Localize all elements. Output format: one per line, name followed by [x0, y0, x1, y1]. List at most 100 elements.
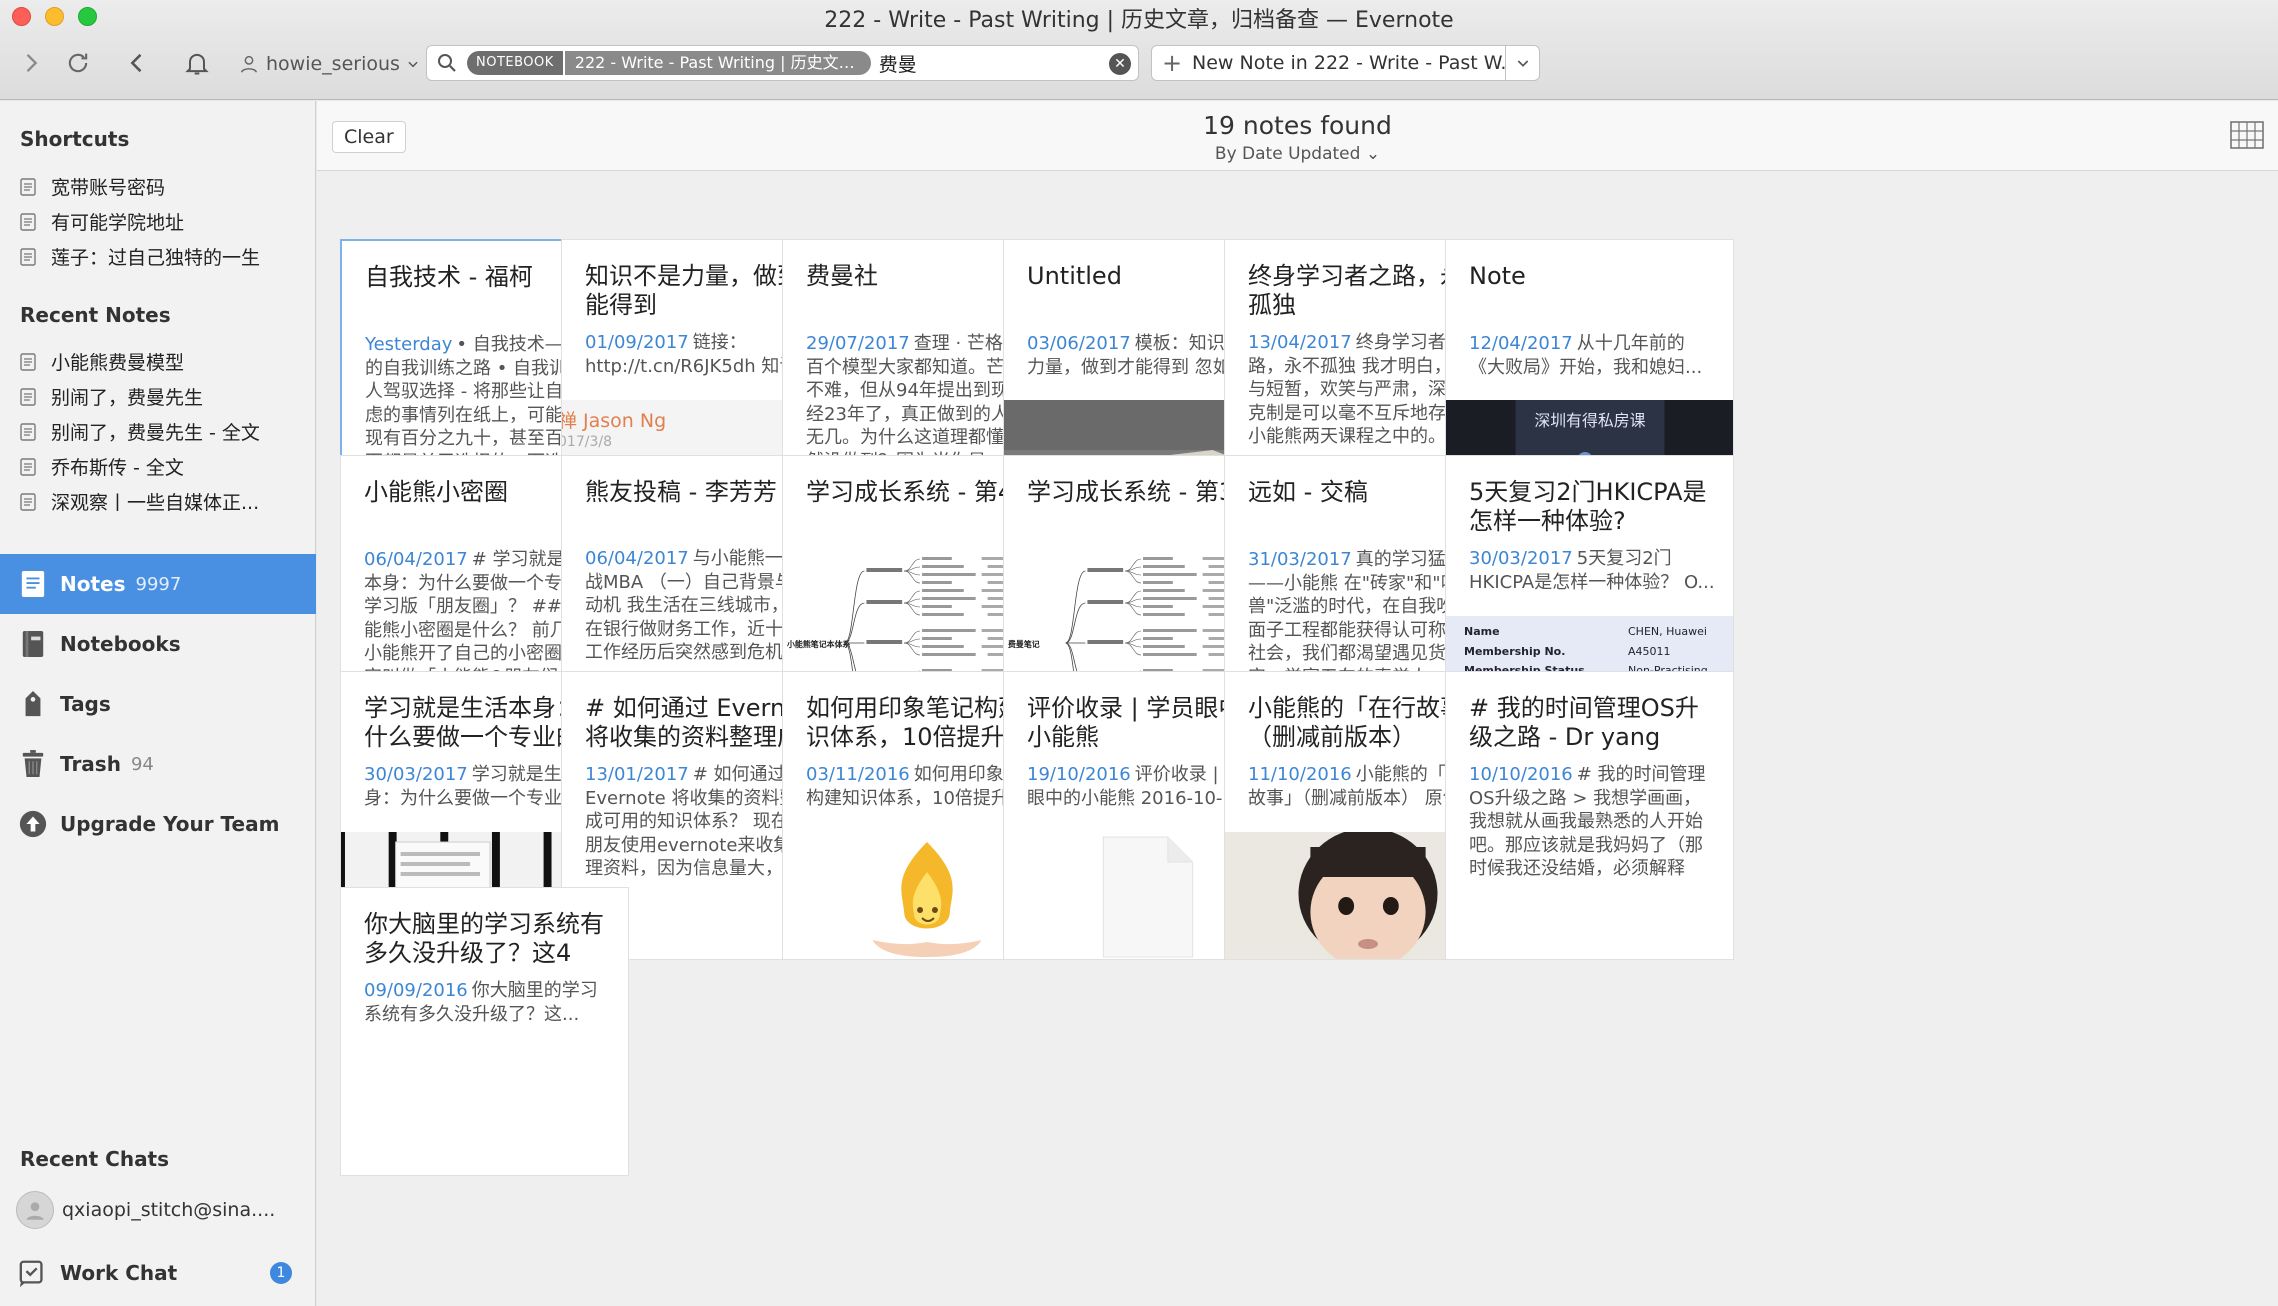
notes-icon — [16, 567, 50, 601]
sidebar: Shortcuts 宽带账号密码 有可能学院地址 莲子：过自己独特的一生 Rec… — [0, 101, 316, 1306]
chevron-down-icon — [408, 61, 418, 68]
chat-icon — [16, 1256, 50, 1290]
new-note-label: New Note in 222 - Write - Past W... — [1192, 52, 1505, 74]
sidebar-item-upgrade[interactable]: Upgrade Your Team — [0, 794, 316, 854]
note-title: Note — [1469, 262, 1526, 290]
notifications-button[interactable] — [180, 46, 214, 80]
clear-search-button[interactable]: ✕ — [1109, 53, 1131, 75]
trash-icon — [16, 747, 50, 781]
work-chat-badge: 1 — [270, 1262, 292, 1284]
form-value: A45011 — [1628, 644, 1671, 658]
chevron-left-icon — [130, 53, 142, 73]
shortcut-item[interactable]: 有可能学院地址 — [20, 204, 306, 239]
upgrade-icon — [16, 807, 50, 841]
toolbar: 222 - Write - Past Writing | 历史文章，归档备查 —… — [0, 0, 2278, 100]
shortcut-label: 有可能学院地址 — [51, 212, 185, 234]
shortcut-label: 莲子：过自己独特的一生 — [51, 247, 261, 269]
recent-note-item[interactable]: 深观察丨一些自媒体正... — [20, 484, 306, 519]
search-scope-type-chip[interactable]: NOTEBOOK — [467, 51, 563, 75]
article-date: 017/3/8 — [562, 434, 612, 450]
search-bar[interactable]: NOTEBOOK 222 - Write - Past Writing | 历史… — [426, 45, 1139, 81]
note-icon — [20, 177, 36, 196]
article-author: 禅 Jason Ng — [562, 410, 667, 432]
form-label: Membership No. — [1464, 644, 1566, 658]
sync-icon — [68, 53, 88, 73]
recent-note-item[interactable]: 别闹了，费曼先生 - 全文 — [20, 414, 306, 449]
note-date: Yesterday — [365, 334, 453, 355]
recent-note-item[interactable]: 别闹了，费曼先生 — [20, 379, 306, 414]
new-note-button[interactable]: + New Note in 222 - Write - Past W... — [1151, 45, 1540, 81]
note-title: 5天复习2门HKICPA是怎样一种体验? — [1469, 478, 1707, 535]
avatar — [16, 1191, 54, 1229]
note-date: 06/04/2017 — [585, 548, 689, 569]
note-date: 06/04/2017 — [364, 549, 468, 570]
form-value: CHEN, Huawei — [1628, 625, 1707, 638]
shortcut-label: 宽带账号密码 — [51, 177, 166, 199]
note-date: 03/06/2017 — [1027, 333, 1131, 354]
sidebar-item-work-chat[interactable]: Work Chat 1 — [0, 1244, 316, 1302]
view-options-button[interactable] — [2230, 121, 2264, 149]
recent-note-label: 小能熊费曼模型 — [51, 352, 185, 374]
notes-found-count: 19 notes found — [1203, 111, 1392, 140]
account-name: howie_serious — [266, 53, 400, 75]
tag-icon — [16, 687, 50, 721]
note-icon — [20, 352, 36, 371]
stage-banner-text: 深圳有得私房课 — [1534, 411, 1645, 430]
note-card[interactable]: # 我的时间管理OS升级之路 - Dr yang 10/10/2016 # 我的时间… — [1445, 671, 1734, 960]
sidebar-item-notebooks[interactable]: Notebooks — [0, 614, 316, 674]
note-snippet: 10/10/2016 # 我的时间管理OS升级之路 > 我想学画画，我想就从画我最… — [1469, 763, 1715, 881]
sidebar-item-label: Notes — [60, 572, 126, 596]
note-date: 13/04/2017 — [1248, 332, 1352, 353]
back-button[interactable] — [120, 46, 154, 80]
sort-menu[interactable]: By Date Updated ⌄ — [317, 144, 2278, 164]
note-icon — [20, 387, 36, 406]
form-label: Name — [1464, 625, 1500, 638]
recent-note-label: 乔布斯传 - 全文 — [51, 457, 184, 479]
note-icon — [20, 492, 36, 511]
note-list-header: Clear 19 notes found By Date Updated ⌄ — [317, 101, 2278, 171]
chevron-down-icon: ⌄ — [1365, 144, 1381, 164]
close-icon: ✕ — [1114, 56, 1126, 72]
recent-notes-list: 小能熊费曼模型 别闹了，费曼先生 别闹了，费曼先生 - 全文 乔布斯传 - 全文… — [20, 344, 306, 519]
sidebar-item-trash[interactable]: Trash 94 — [0, 734, 316, 794]
user-icon — [240, 55, 258, 73]
sidebar-item-label: Upgrade Your Team — [60, 812, 280, 836]
note-date: 13/01/2017 — [585, 764, 689, 785]
sidebar-item-label: Work Chat — [60, 1261, 178, 1285]
recent-chat-item[interactable]: qxiaopi_stitch@sina.... — [16, 1191, 306, 1229]
new-note-menu-button[interactable] — [1505, 46, 1539, 80]
sidebar-item-label: Tags — [60, 692, 111, 716]
grid-view-icon — [2230, 121, 2264, 149]
forward-button[interactable] — [14, 46, 48, 80]
note-title: 你大脑里的学习系统有多久没升级了？这4位... — [364, 910, 604, 967]
note-date: 11/10/2016 — [1248, 764, 1352, 785]
bell-icon — [185, 53, 209, 75]
recent-notes-heading: Recent Notes — [20, 303, 171, 327]
search-input[interactable] — [878, 52, 1099, 74]
shortcut-item[interactable]: 宽带账号密码 — [20, 169, 306, 204]
note-date: 03/11/2016 — [806, 764, 910, 785]
note-icon — [20, 422, 36, 441]
note-card[interactable]: 你大脑里的学习系统有多久没升级了？这4位... 09/09/2016你大脑里的学习… — [340, 887, 629, 1176]
recent-note-item[interactable]: 小能熊费曼模型 — [20, 344, 306, 379]
note-list-panel: Clear 19 notes found By Date Updated ⌄ 自… — [317, 101, 2278, 1306]
recent-chats-heading: Recent Chats — [20, 1147, 170, 1171]
note-icon — [20, 247, 36, 266]
recent-note-label: 深观察丨一些自媒体正... — [51, 492, 260, 514]
shortcut-item[interactable]: 莲子：过自己独特的一生 — [20, 239, 306, 274]
recent-note-item[interactable]: 乔布斯传 - 全文 — [20, 449, 306, 484]
note-date: 12/04/2017 — [1469, 333, 1573, 354]
note-icon — [20, 457, 36, 476]
sidebar-item-notes[interactable]: Notes 9997 — [0, 554, 316, 614]
trash-count: 94 — [130, 753, 154, 775]
note-date: 30/03/2017 — [1469, 548, 1573, 569]
sync-button[interactable] — [61, 46, 95, 80]
note-snippet: 30/03/2017 5天复习2门HKICPA是怎样一种体验？ O... — [1469, 547, 1715, 594]
note-date: 19/10/2016 — [1027, 764, 1131, 785]
chat-user-label: qxiaopi_stitch@sina.... — [62, 1199, 276, 1221]
account-menu[interactable]: howie_serious — [238, 48, 420, 80]
note-date: 31/03/2017 — [1248, 549, 1352, 570]
sidebar-item-tags[interactable]: Tags — [0, 674, 316, 734]
note-title: # 我的时间管理OS升级之路 - Dr yang — [1469, 694, 1699, 751]
search-scope-notebook-chip[interactable]: 222 - Write - Past Writing | 历史文章... — [564, 51, 871, 75]
